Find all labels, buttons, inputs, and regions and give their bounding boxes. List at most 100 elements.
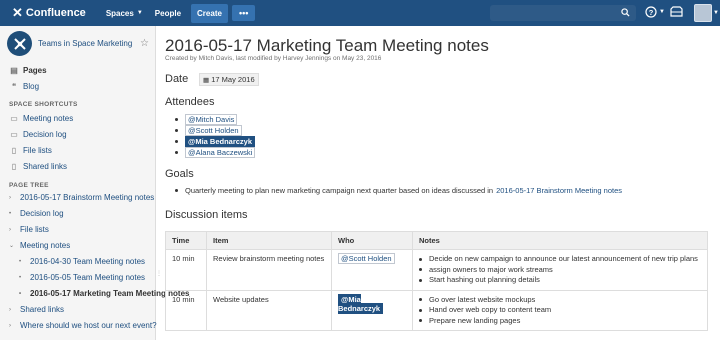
user-mention-self[interactable]: @Mia Bednarczyk <box>185 136 256 147</box>
tree-item[interactable]: › Shared links <box>9 305 64 314</box>
date-lozenge[interactable]: ▦ 17 May 2016 <box>199 73 259 86</box>
goal-page-link[interactable]: 2016-05-17 Brainstorm Meeting notes <box>496 186 622 195</box>
bullet-icon: • <box>19 258 22 265</box>
tree-item[interactable]: • Decision log <box>9 209 64 218</box>
page-title: 2016-05-17 Marketing Team Meeting notes <box>165 36 489 55</box>
attendees-heading: Attendees <box>165 96 215 108</box>
item-cell: Review brainstorm meeting notes <box>206 249 332 291</box>
notes-list: Go over latest website mockups Hand over… <box>419 295 701 327</box>
chevron-down-icon: ⌄ <box>9 243 15 249</box>
shortcut-label: Shared links <box>23 162 68 171</box>
tree-item-label: Decision log <box>20 209 64 218</box>
sidebar-item-blog[interactable]: ❝ Blog <box>9 82 39 91</box>
table-row: 10 min Website updates @Mia Bednarczyk G… <box>165 289 708 331</box>
list-item: Go over latest website mockups <box>419 295 701 306</box>
shortcut-file-lists[interactable]: ▯ File lists <box>9 146 52 155</box>
who-cell: @Mia Bednarczyk <box>331 289 413 331</box>
table-row: 10 min Review brainstorm meeting notes @… <box>165 249 708 291</box>
bullet-icon <box>419 319 422 323</box>
list-item: @Alana Baczewski <box>175 147 256 158</box>
sidebar-collapse-handle[interactable]: ⋮ <box>156 270 162 277</box>
bullet-icon <box>419 308 422 312</box>
space-logo[interactable] <box>7 31 32 56</box>
column-header: Item <box>206 231 332 250</box>
sidebar-item-label: Blog <box>23 82 40 91</box>
spaces-menu[interactable]: Spaces ▼ <box>106 9 143 18</box>
top-navigation-bar: ✕ Confluence Spaces ▼ People Create ••• … <box>0 0 720 26</box>
who-cell: @Scott Holden <box>331 249 413 291</box>
tree-item-label: Shared links <box>20 305 65 314</box>
chevron-right-icon: › <box>9 194 11 201</box>
chevron-down-icon: ▼ <box>659 9 665 15</box>
user-mention[interactable]: @Mitch Davis <box>185 114 238 125</box>
user-avatar[interactable]: ▼ <box>694 4 719 22</box>
tree-item[interactable]: › 2016-05-17 Brainstorm Meeting notes <box>9 193 154 202</box>
blog-icon: ❝ <box>11 82 17 91</box>
discussion-table: Time Item Who Notes 10 min Review brains… <box>165 231 708 331</box>
create-button[interactable]: Create <box>191 3 228 23</box>
time-cell: 10 min <box>165 289 207 331</box>
notes-list: Decide on new campaign to announce our l… <box>419 254 701 286</box>
page-tree-heading: PAGE TREE <box>9 182 49 189</box>
people-link-label: People <box>154 8 182 18</box>
bullet-icon: • <box>19 290 22 297</box>
tree-item-current[interactable]: • 2016-05-17 Marketing Team Meeting note… <box>19 289 189 298</box>
table-header-row: Time Item Who Notes <box>165 231 708 250</box>
space-name-link[interactable]: Teams in Space Marketing <box>38 39 132 48</box>
date-value: 17 May 2016 <box>211 75 255 84</box>
user-mention-self[interactable]: @Mia Bednarczyk <box>338 293 384 314</box>
shortcut-decision-log[interactable]: ▭ Decision log <box>9 130 66 139</box>
bullet-icon <box>419 298 422 302</box>
bullet-icon <box>175 189 178 192</box>
confluence-logo[interactable]: ✕ Confluence <box>12 5 86 21</box>
decision-log-icon: ▭ <box>10 130 18 139</box>
shortcut-label: File lists <box>23 146 52 155</box>
chevron-down-icon: ▼ <box>136 10 143 16</box>
tree-item-label: Meeting notes <box>20 241 71 250</box>
column-header: Time <box>165 231 207 250</box>
list-item: Hand over web copy to content team <box>419 305 701 316</box>
tree-item[interactable]: • 2016-05-05 Team Meeting notes <box>19 273 145 282</box>
people-link[interactable]: People <box>155 9 181 18</box>
bullet-icon <box>175 118 178 121</box>
list-item: Prepare new landing pages <box>419 316 701 327</box>
list-item: @Mia Bednarczyk <box>175 136 256 147</box>
goal-text: Quarterly meeting to plan new marketing … <box>185 186 494 195</box>
tree-item[interactable]: › File lists <box>9 225 49 234</box>
user-mention[interactable]: @Alana Baczewski <box>185 147 256 158</box>
notes-cell: Decide on new campaign to announce our l… <box>412 249 708 291</box>
note-text: Go over latest website mockups <box>429 294 536 304</box>
discussion-heading: Discussion items <box>165 209 248 221</box>
notifications-button[interactable] <box>670 6 683 20</box>
bullet-icon <box>419 278 422 282</box>
tree-item[interactable]: ⌄ Meeting notes <box>9 241 70 250</box>
tree-item-label: 2016-05-17 Brainstorm Meeting notes <box>20 193 155 202</box>
sidebar: Teams in Space Marketing ☆ ▤ Pages ❝ Blo… <box>0 26 189 340</box>
rocket-icon <box>13 37 26 50</box>
tree-item[interactable]: • 2016-04-30 Team Meeting notes <box>19 257 145 266</box>
mention-name: Mia Bednarczyk <box>195 137 253 146</box>
user-mention[interactable]: @Scott Holden <box>185 125 242 136</box>
create-more-button[interactable]: ••• <box>231 5 256 21</box>
note-text: assign owners to major work streams <box>429 264 553 274</box>
time-cell: 10 min <box>165 249 207 291</box>
mention-name: Scott Holden <box>195 126 239 135</box>
chevron-down-icon: ▼ <box>713 10 719 16</box>
search-input[interactable] <box>490 5 636 21</box>
shortcut-shared-links[interactable]: ▯ Shared links <box>9 162 67 171</box>
list-item: Start hashing out planning details <box>419 275 701 286</box>
item-cell: Website updates <box>206 289 332 331</box>
help-button[interactable]: ? ▼ <box>645 6 665 18</box>
user-mention[interactable]: @Scott Holden <box>338 253 395 264</box>
tree-item-label: Where should we host our next event? <box>20 321 157 330</box>
note-text: Hand over web copy to content team <box>429 305 552 314</box>
sidebar-item-pages[interactable]: ▤ Pages <box>9 66 46 75</box>
tree-item-label: 2016-05-05 Team Meeting notes <box>30 273 146 282</box>
column-header: Who <box>331 231 413 250</box>
chevron-right-icon: › <box>9 226 11 233</box>
tree-item[interactable]: › Where should we host our next event? <box>9 321 157 330</box>
shortcut-meeting-notes[interactable]: ▭ Meeting notes <box>9 114 73 123</box>
search-icon <box>621 8 630 19</box>
star-icon[interactable]: ☆ <box>140 38 149 49</box>
bell-icon <box>670 6 683 17</box>
